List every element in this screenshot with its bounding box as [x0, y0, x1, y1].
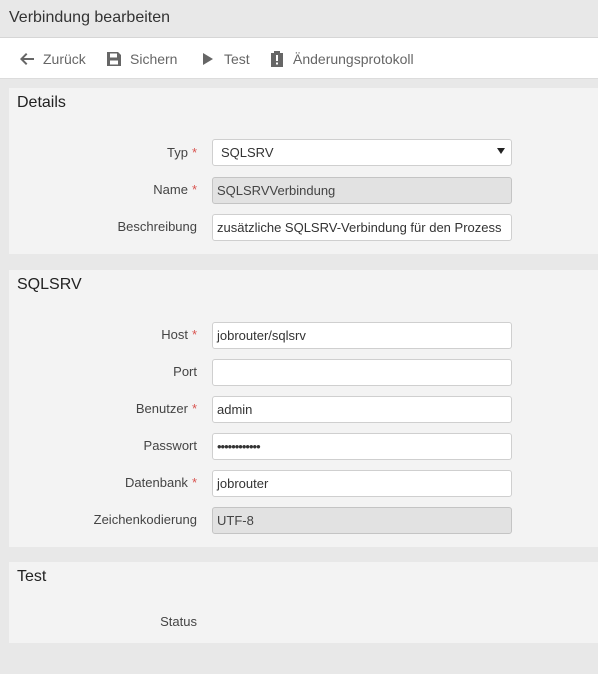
database-label: Datenbank [125, 475, 188, 490]
user-field[interactable]: admin [212, 396, 512, 423]
name-field: SQLSRVVerbindung [212, 177, 512, 204]
database-label-row: Datenbank * [125, 475, 197, 490]
title-bar: Verbindung bearbeiten [0, 0, 598, 38]
user-label-row: Benutzer * [136, 401, 197, 416]
name-value: SQLSRVVerbindung [217, 183, 336, 198]
toolbar: Zurück Sichern Test Änderungsprotokoll [0, 38, 598, 79]
test-heading: Test [17, 568, 47, 585]
test-label: Test [224, 50, 250, 67]
type-label: Typ [166, 145, 188, 160]
status-label: Status [160, 614, 197, 629]
required-marker: * [191, 475, 197, 490]
name-label: Name [153, 182, 188, 197]
password-value: •••••••••••• [217, 439, 261, 454]
encoding-field: UTF-8 [212, 507, 512, 534]
encoding-label: Zeichenkodierung [93, 512, 197, 527]
type-value: SQLSRV [221, 145, 274, 160]
password-field[interactable]: •••••••••••• [212, 433, 512, 460]
back-label: Zurück [43, 50, 86, 67]
database-field[interactable]: jobrouter [212, 470, 512, 497]
save-label: Sichern [130, 50, 178, 67]
clipboard-alert-icon [269, 50, 285, 67]
back-button[interactable]: Zurück [19, 38, 86, 79]
test-panel: Test [9, 562, 598, 643]
play-icon [200, 51, 216, 67]
port-field[interactable] [212, 359, 512, 386]
details-heading: Details [17, 94, 66, 111]
description-label: Beschreibung [117, 219, 198, 234]
user-label: Benutzer [135, 401, 188, 416]
sqlsrv-heading: SQLSRV [17, 276, 82, 293]
name-label-row: Name * [153, 182, 197, 197]
description-field[interactable]: zusätzliche SQLSRV-Verbindung für den Pr… [212, 214, 512, 241]
required-marker: * [191, 182, 197, 197]
database-value: jobrouter [217, 476, 269, 491]
description-value: zusätzliche SQLSRV-Verbindung für den Pr… [217, 220, 502, 235]
test-button[interactable]: Test [200, 38, 250, 79]
required-marker: * [191, 401, 197, 416]
host-field[interactable]: jobrouter/sqlsrv [212, 322, 512, 349]
change-log-label: Änderungsprotokoll [293, 50, 414, 67]
save-button[interactable]: Sichern [106, 38, 177, 79]
change-log-button[interactable]: Änderungsprotokoll [269, 38, 414, 79]
required-marker: * [191, 327, 197, 342]
caret-down-icon [497, 148, 505, 154]
host-label: Host [161, 327, 188, 342]
arrow-left-icon [19, 51, 35, 67]
port-label: Port [173, 364, 197, 379]
user-value: admin [217, 402, 253, 417]
floppy-disk-icon [106, 51, 122, 67]
host-value: jobrouter/sqlsrv [217, 328, 306, 343]
type-label-row: Typ * [167, 145, 197, 160]
type-select[interactable]: SQLSRV [212, 139, 512, 166]
encoding-value: UTF-8 [217, 513, 254, 528]
required-marker: * [191, 145, 197, 160]
host-label-row: Host * [161, 327, 197, 342]
password-label: Passwort [143, 438, 197, 453]
page-title: Verbindung bearbeiten [9, 9, 171, 26]
